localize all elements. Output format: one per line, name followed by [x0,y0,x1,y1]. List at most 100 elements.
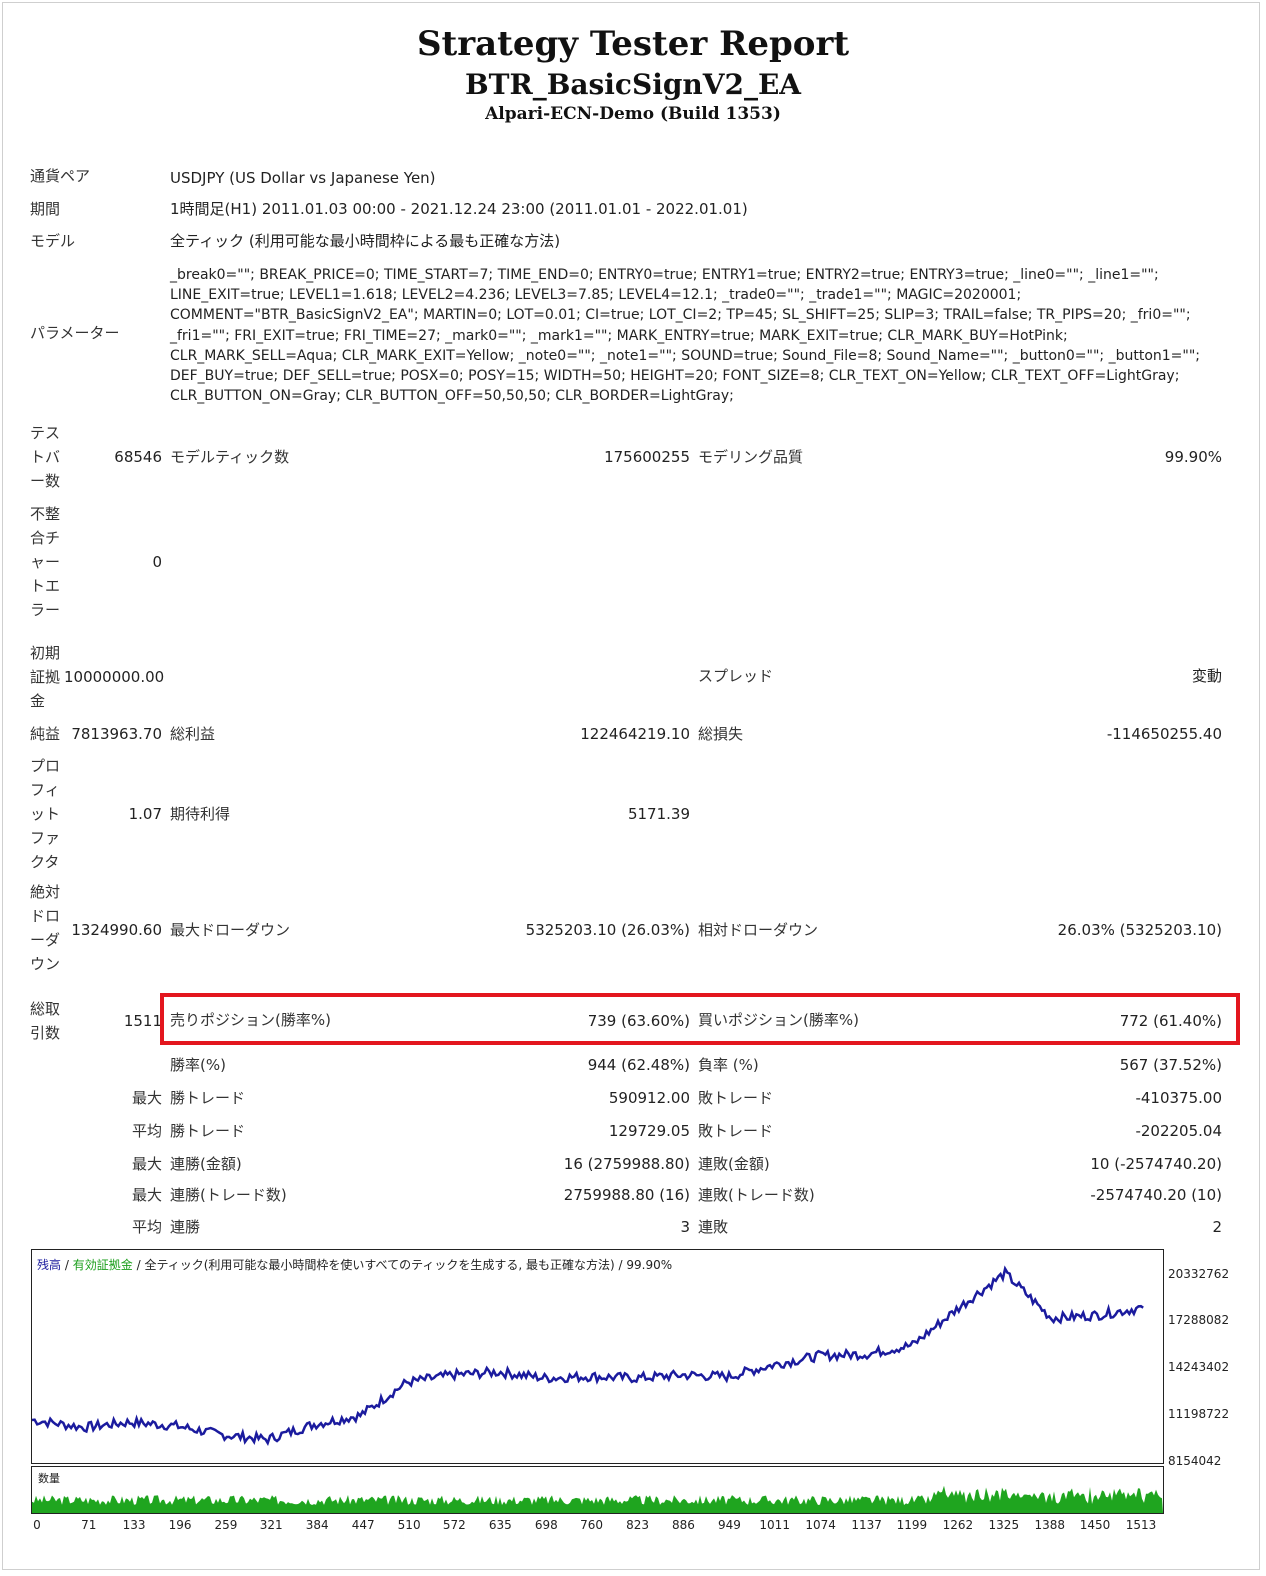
consec-win-cnt-label: 連勝(トレード数) [170,1186,287,1204]
balance-chart-svg [31,1265,1144,1446]
legend-quality: 99.90% [626,1258,673,1272]
gross-loss-label: 総損失 [698,725,744,743]
largest-loss-value: -410375.00 [1135,1089,1222,1107]
test-bars-value: 68546 [114,448,162,466]
legend-sep-3: / [618,1258,623,1272]
consec-loss-cnt-value: -2574740.20 (10) [1090,1186,1222,1204]
period-label: 期間 [30,200,61,218]
max-dd-value: 5325203.10 (26.03%) [525,921,690,939]
loss-label: 負率 (%) [698,1056,759,1074]
chart-legend: 残高 / 有効証拠金 / 全ティック(利用可能な最小時間枠を使いすべてのティック… [37,1256,672,1273]
total-trades-value: 1511 [123,1012,162,1030]
avg-win-label: 勝トレード [170,1122,246,1140]
x-tick-label: 259 [214,1518,238,1532]
ea-name: BTR_BasicSignV2_EA [464,68,802,101]
server-name: Alpari-ECN-Demo (Build 1353) [485,104,781,124]
x-tick-label: 1137 [851,1518,882,1532]
volume-label: 数量 [38,1472,60,1485]
model-ticks-value: 175600255 [604,448,690,466]
consec-loss-cnt-label: 連敗(トレード数) [698,1186,815,1204]
gross-profit-value: 122464219.10 [580,725,690,743]
abs-dd-label: 絶対ドローダウン [30,883,61,973]
avg-consec-loss-label: 連敗 [698,1218,729,1236]
legend-sep-2: / [136,1258,141,1272]
avg-win-value: 129729.05 [608,1122,690,1140]
expected-value: 5171.39 [627,805,690,823]
x-tick-label: 321 [259,1518,283,1532]
largest-win-value: 590912.00 [608,1089,690,1107]
spread-label: スプレッド [698,667,774,685]
params-label: パラメーター [30,324,120,342]
x-tick-label: 71 [81,1518,97,1532]
consec-win-amt-label: 連勝(金額) [170,1155,242,1173]
x-tick-label: 510 [397,1518,421,1532]
x-tick-label: 0 [33,1518,41,1532]
x-tick-label: 1262 [942,1518,974,1532]
avg-consec-win-value: 3 [680,1218,690,1236]
x-tick-label: 886 [672,1518,695,1532]
mismatch-label: 不整合チャートエラー [30,505,61,619]
avg-loss-value: -202205.04 [1135,1122,1222,1140]
avg-loss-label: 敗トレード [698,1122,774,1140]
legend-sep-1: / [64,1258,69,1272]
avg-consec-loss-value: 2 [1212,1218,1222,1236]
net-value: 7813963.70 [71,725,162,743]
x-tick-label: 572 [442,1518,466,1532]
deposit-value: 10000000.00 [64,668,165,686]
x-tick-label: 1513 [1125,1518,1157,1532]
avg-consec-win-label: 連勝 [170,1218,201,1236]
y-tick-label: 14243402 [1168,1360,1230,1374]
pair-label: 通貨ペア [30,167,91,185]
legend-model: 全ティック(利用可能な最小時間枠を使いすべてのティックを生成する, 最も正確な方… [144,1258,615,1272]
highlight-box [160,993,1240,1045]
x-tick-label: 949 [718,1518,741,1532]
x-tick-label: 1199 [896,1518,928,1532]
params-value: _break0=""; BREAK_PRICE=0; TIME_START=7;… [170,267,1200,405]
abs-dd-value: 1324990.60 [71,921,162,939]
largest-loss-label: 敗トレード [698,1089,774,1107]
balance-series-line [31,1265,1144,1446]
period-value: 1時間足(H1) 2011.01.03 00:00 - 2021.12.24 2… [170,200,748,218]
max-label-1: 最大 [131,1089,162,1107]
win-value: 944 (62.48%) [587,1056,690,1074]
max-label-2: 最大 [131,1155,162,1173]
test-bars-label: テストバー数 [30,424,61,490]
gross-loss-value: -114650255.40 [1106,725,1222,743]
x-tick-label: 133 [122,1518,146,1532]
max-label-3: 最大 [131,1186,162,1204]
legend-balance: 残高 [37,1258,62,1272]
modeling-quality-value: 99.90% [1164,448,1222,466]
total-trades-label: 総取引数 [30,1000,61,1042]
y-tick-label: 17288082 [1168,1313,1230,1327]
y-tick-label: 20332762 [1168,1267,1230,1281]
net-label: 純益 [30,725,61,743]
legend-equity: 有効証拠金 [72,1258,133,1272]
x-tick-label: 1450 [1079,1518,1111,1532]
consec-loss-amt-label: 連敗(金額) [698,1155,770,1173]
x-tick-label: 635 [488,1518,512,1532]
win-label: 勝率(%) [170,1056,226,1074]
rel-dd-label: 相対ドローダウン [698,921,819,939]
x-tick-label: 1388 [1034,1518,1066,1532]
loss-value: 567 (37.52%) [1119,1056,1222,1074]
report-title: Strategy Tester Report [416,24,850,64]
consec-loss-amt-value: 10 (-2574740.20) [1090,1155,1222,1173]
x-tick-label: 1011 [759,1518,790,1532]
spread-value: 変動 [1191,667,1222,685]
avg-label-2: 平均 [131,1218,162,1236]
volume-chart-svg [32,1485,1163,1513]
model-ticks-label: モデルティック数 [170,448,290,466]
rel-dd-value: 26.03% (5325203.10) [1057,921,1222,939]
pf-label: プロフィットファクタ [30,757,61,871]
x-tick-label: 823 [626,1518,649,1532]
x-tick-label: 698 [534,1518,558,1532]
x-tick-label: 1325 [988,1518,1020,1532]
x-tick-label: 196 [168,1518,192,1532]
deposit-label: 初期証拠金 [30,644,61,710]
gross-profit-label: 総利益 [170,725,216,743]
x-tick-label: 1074 [805,1518,836,1532]
consec-win-amt-value: 16 (2759988.80) [563,1155,690,1173]
volume-series-area [32,1485,1163,1513]
avg-label-1: 平均 [131,1122,162,1140]
x-tick-label: 384 [305,1518,329,1532]
